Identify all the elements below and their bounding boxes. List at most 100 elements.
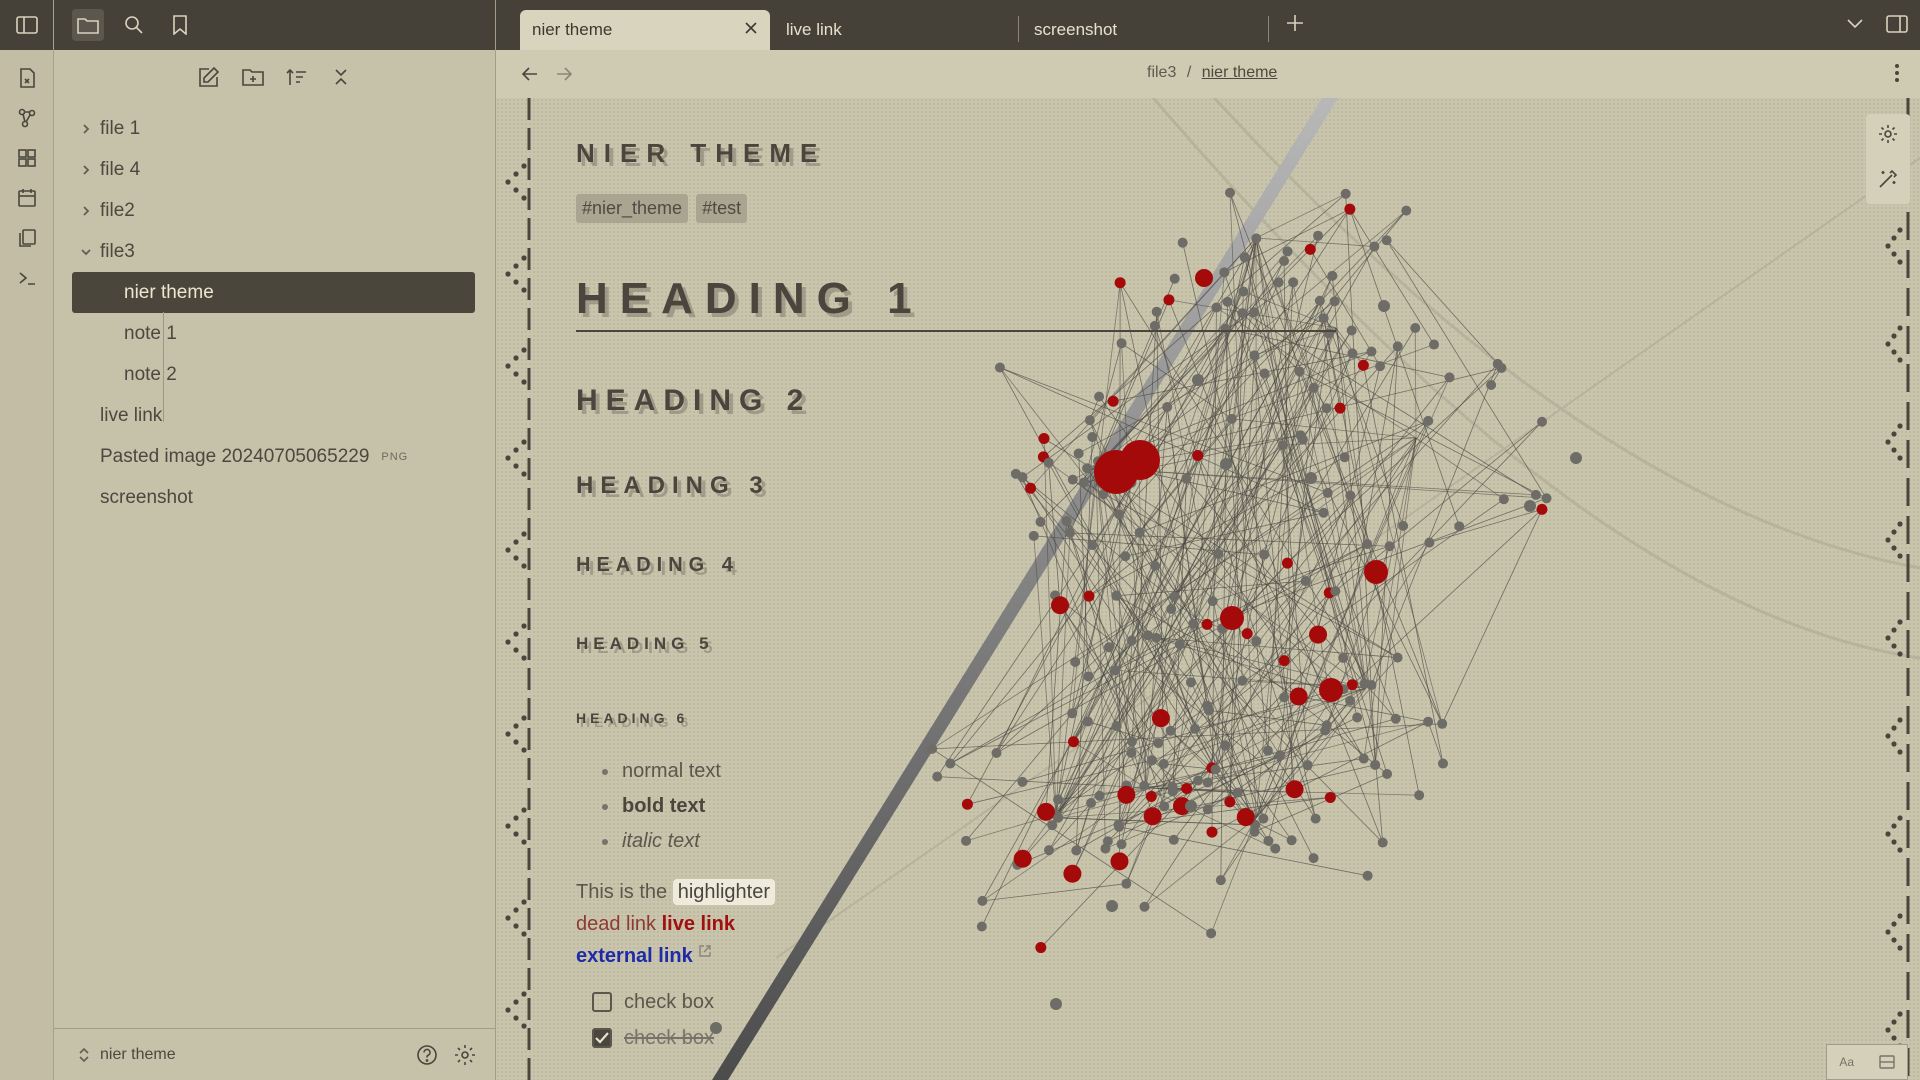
decor-dot bbox=[1897, 325, 1903, 331]
tag[interactable]: #test bbox=[696, 194, 748, 223]
decor-dot bbox=[1891, 627, 1897, 633]
tree-note-note1[interactable]: note 1 bbox=[72, 313, 475, 354]
font-size-indicator[interactable]: Aa bbox=[1839, 1055, 1854, 1069]
layout-icon[interactable] bbox=[1878, 1055, 1895, 1069]
graph-node bbox=[1083, 671, 1094, 682]
graph-node bbox=[1114, 821, 1125, 832]
live-link[interactable]: live link bbox=[662, 913, 735, 935]
tree-note-screenshot[interactable]: screenshot bbox=[72, 477, 475, 518]
graph-edge bbox=[1043, 438, 1057, 819]
graph-node bbox=[1010, 468, 1021, 479]
checkbox[interactable] bbox=[592, 992, 612, 1012]
decor-dot bbox=[1891, 725, 1897, 731]
tree-label: file3 bbox=[100, 240, 135, 262]
graph-node bbox=[1346, 325, 1357, 336]
tree-note-live-link[interactable]: live link bbox=[72, 395, 475, 436]
heading-4: HEADING 4 bbox=[576, 554, 739, 576]
graph-icon[interactable] bbox=[0, 98, 54, 138]
graph-node bbox=[1321, 403, 1332, 414]
tree-note-note2[interactable]: note 2 bbox=[72, 354, 475, 395]
templates-icon[interactable] bbox=[0, 218, 54, 258]
graph-node bbox=[1366, 346, 1377, 357]
graph-node bbox=[1083, 590, 1095, 602]
graph-node bbox=[1308, 382, 1319, 393]
graph-node bbox=[1185, 677, 1196, 688]
tab-list-chevron-icon[interactable] bbox=[1846, 10, 1864, 39]
editor-content[interactable]: NIER THEME #nier_theme #test HEADING 1 H… bbox=[496, 98, 1920, 1080]
more-options-icon[interactable] bbox=[1894, 62, 1900, 89]
tree-file-pasted-image[interactable]: Pasted image 20240705065229 PNG bbox=[72, 436, 475, 477]
checkbox-checked[interactable] bbox=[592, 1028, 612, 1048]
external-link[interactable]: external link bbox=[576, 945, 693, 967]
back-arrow-icon[interactable] bbox=[516, 60, 544, 88]
tag[interactable]: #nier_theme bbox=[576, 194, 689, 223]
folder-icon[interactable] bbox=[72, 9, 104, 41]
graph-edge bbox=[1229, 192, 1443, 724]
tree-note-nier-theme[interactable]: nier theme bbox=[72, 272, 475, 313]
decor-dot bbox=[521, 347, 527, 353]
heading-3: HEADING 3 bbox=[576, 472, 770, 499]
tree-folder-file3[interactable]: file3 bbox=[72, 231, 475, 272]
decor-dot bbox=[1897, 455, 1903, 461]
graph-node bbox=[1429, 339, 1440, 350]
graph-settings-gear-icon[interactable] bbox=[1878, 124, 1898, 149]
decor-dot bbox=[521, 931, 527, 937]
graph-node bbox=[1570, 452, 1582, 464]
new-note-icon[interactable] bbox=[193, 61, 225, 93]
decor-dot bbox=[1891, 251, 1897, 257]
decor-dot bbox=[1891, 235, 1897, 241]
search-icon[interactable] bbox=[118, 9, 150, 41]
tab-screenshot[interactable]: screenshot bbox=[1022, 10, 1262, 50]
decor-dot bbox=[1885, 243, 1891, 249]
graph-node bbox=[1338, 652, 1349, 663]
file-explorer-sidebar: file 1 file 4 file2 file3 nier theme not… bbox=[54, 0, 496, 1080]
decor-dot bbox=[1897, 847, 1903, 853]
decor-dot bbox=[1897, 913, 1903, 919]
graph-node bbox=[1166, 604, 1177, 615]
collapse-all-icon[interactable] bbox=[325, 61, 357, 93]
dead-link[interactable]: dead link bbox=[576, 913, 656, 935]
decor-dot bbox=[505, 639, 511, 645]
canvas-icon[interactable] bbox=[0, 138, 54, 178]
close-icon[interactable] bbox=[744, 20, 758, 40]
graph-node bbox=[1126, 747, 1137, 758]
breadcrumb-parent[interactable]: file3 bbox=[1147, 64, 1176, 81]
right-sidebar-toggle-icon[interactable] bbox=[1886, 10, 1908, 39]
tab-nier-theme[interactable]: nier theme bbox=[520, 10, 770, 50]
sidebar-toggle-icon[interactable] bbox=[0, 5, 53, 45]
breadcrumb-current[interactable]: nier theme bbox=[1202, 64, 1278, 81]
graph-node bbox=[1344, 203, 1356, 215]
new-tab-plus-icon[interactable] bbox=[1284, 12, 1306, 39]
terminal-icon[interactable] bbox=[0, 258, 54, 298]
graph-node bbox=[1345, 490, 1356, 501]
sort-icon[interactable] bbox=[281, 61, 313, 93]
calendar-icon[interactable] bbox=[0, 178, 54, 218]
switcher-icon[interactable] bbox=[0, 58, 54, 98]
tree-folder-file4[interactable]: file 4 bbox=[72, 149, 475, 190]
graph-node bbox=[1279, 692, 1290, 703]
decor-dot bbox=[1891, 643, 1897, 649]
vault-switcher[interactable]: nier theme bbox=[78, 1046, 411, 1064]
graph-node bbox=[977, 895, 988, 906]
decor-dot bbox=[1891, 431, 1897, 437]
decor-dot bbox=[513, 171, 519, 177]
magic-wand-icon[interactable] bbox=[1878, 169, 1898, 194]
decor-dot bbox=[1897, 717, 1903, 723]
settings-gear-icon[interactable] bbox=[449, 1039, 481, 1071]
tree-folder-file1[interactable]: file 1 bbox=[72, 108, 475, 149]
bookmark-icon[interactable] bbox=[164, 9, 196, 41]
graph-node bbox=[1224, 187, 1235, 198]
new-folder-icon[interactable] bbox=[237, 61, 269, 93]
tree-folder-file2[interactable]: file2 bbox=[72, 190, 475, 231]
forward-arrow-icon[interactable] bbox=[550, 60, 578, 88]
decor-dot bbox=[513, 631, 519, 637]
graph-node bbox=[1381, 235, 1392, 246]
graph-node bbox=[1297, 434, 1308, 445]
decor-dot bbox=[521, 471, 527, 477]
tab-live-link[interactable]: live link bbox=[774, 10, 1014, 50]
graph-node bbox=[1192, 374, 1204, 386]
graph-node bbox=[1537, 416, 1548, 427]
help-icon[interactable] bbox=[411, 1039, 443, 1071]
graph-node bbox=[1202, 777, 1213, 788]
graph-node bbox=[1294, 366, 1305, 377]
